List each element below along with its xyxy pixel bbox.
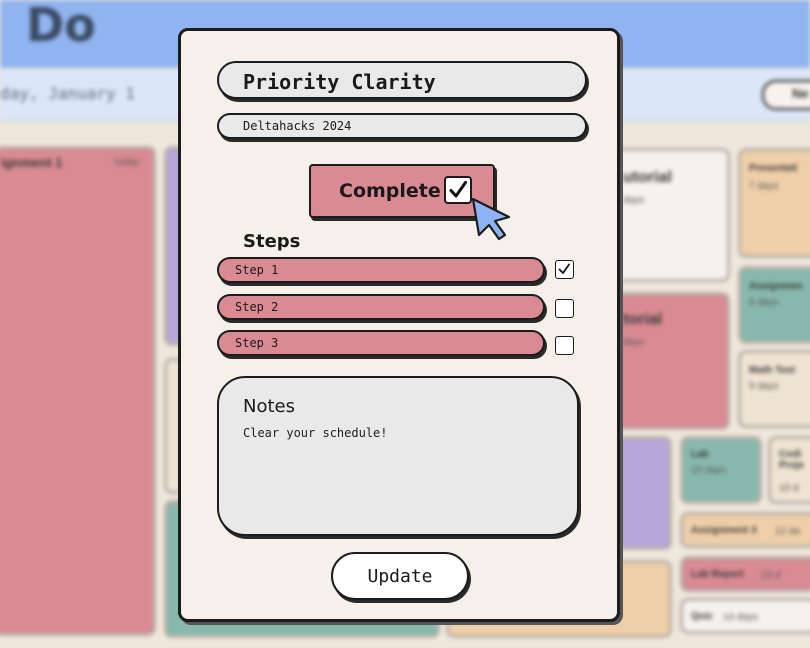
task-tile[interactable]: torial days <box>612 292 730 430</box>
task-tile-title: Lab <box>691 449 709 460</box>
notes-field[interactable]: Notes Clear your schedule! <box>217 376 579 536</box>
project-text: Deltahacks 2024 <box>243 119 352 133</box>
check-icon <box>449 181 467 198</box>
task-tile-title: Math Test <box>749 365 795 376</box>
app-title: Do <box>26 0 96 52</box>
task-tile-title: torial <box>623 311 663 328</box>
step-item[interactable]: Step 2 <box>217 294 545 320</box>
task-tile-title: utorial <box>623 169 672 186</box>
task-tile-title: Presentati <box>749 163 798 174</box>
task-tile[interactable]: Assignmen 8 days <box>738 266 810 344</box>
task-tile-due: days <box>623 337 645 348</box>
task-tile[interactable]: ignment 1 today <box>0 146 156 636</box>
task-detail-modal: Priority Clarity Deltahacks 2024 Complet… <box>178 28 620 622</box>
step-label: Step 1 <box>235 263 279 277</box>
task-tile[interactable]: Lab Report 13 d <box>680 556 810 592</box>
step-checkbox[interactable] <box>555 299 574 318</box>
complete-button[interactable]: Complete <box>309 164 495 218</box>
header-new-button[interactable]: Ne <box>762 80 810 110</box>
step-checkbox[interactable] <box>555 336 574 355</box>
notes-heading: Notes <box>243 396 295 417</box>
update-button[interactable]: Update <box>331 552 469 600</box>
task-tile-due: 10 days <box>691 465 727 476</box>
header-new-button-label: Ne <box>792 86 809 101</box>
step-item[interactable]: Step 1 <box>217 257 545 283</box>
step-label: Step 2 <box>235 300 279 314</box>
task-tile-title: Assignment 3 <box>691 525 757 536</box>
check-icon <box>558 263 570 274</box>
task-tile-due: 14 days <box>723 612 759 623</box>
task-tile-due: 8 days <box>749 297 779 308</box>
task-tile-due: 10 d <box>779 483 799 494</box>
task-tile-due: 13 d <box>761 570 781 581</box>
date-label: day, January 1 <box>0 84 135 103</box>
project-field[interactable]: Deltahacks 2024 <box>217 113 587 139</box>
task-tile-title: Lab Report <box>691 569 744 580</box>
task-tile[interactable] <box>612 436 672 550</box>
task-tile-due: 9 days <box>749 381 779 392</box>
update-button-label: Update <box>367 566 433 587</box>
step-label: Step 3 <box>235 336 279 350</box>
task-tile[interactable]: Presentati 7 days <box>738 148 810 258</box>
steps-heading: Steps <box>243 231 301 252</box>
cursor-icon <box>471 197 511 241</box>
task-tile-title: Codi Proje <box>779 449 805 471</box>
task-tile-due: 7 days <box>749 181 779 192</box>
task-tile[interactable]: Lab 10 days <box>680 436 762 504</box>
task-tile-title: ignment 1 <box>1 155 63 170</box>
notes-text: Clear your schedule! <box>243 426 388 440</box>
complete-button-label: Complete <box>339 180 441 202</box>
task-tile-due: 12 da <box>775 526 801 537</box>
task-title-field[interactable]: Priority Clarity <box>217 61 587 99</box>
task-title-text: Priority Clarity <box>243 70 436 94</box>
step-checkbox-checked[interactable] <box>555 260 574 279</box>
task-tile-due: today <box>115 157 140 168</box>
task-tile-title: Quiz <box>691 611 713 622</box>
task-tile[interactable]: Math Test 9 days <box>738 350 810 428</box>
step-item[interactable]: Step 3 <box>217 330 545 356</box>
task-tile-due: days <box>623 195 645 206</box>
task-tile[interactable]: Assignment 3 12 da <box>680 512 810 548</box>
task-tile[interactable]: Quiz 14 days <box>680 598 810 634</box>
task-tile[interactable]: Codi Proje 10 d <box>768 436 810 504</box>
complete-checkbox[interactable] <box>444 176 472 204</box>
task-tile[interactable]: utorial days <box>612 148 730 282</box>
task-tile-title: Assignmen <box>749 281 803 292</box>
